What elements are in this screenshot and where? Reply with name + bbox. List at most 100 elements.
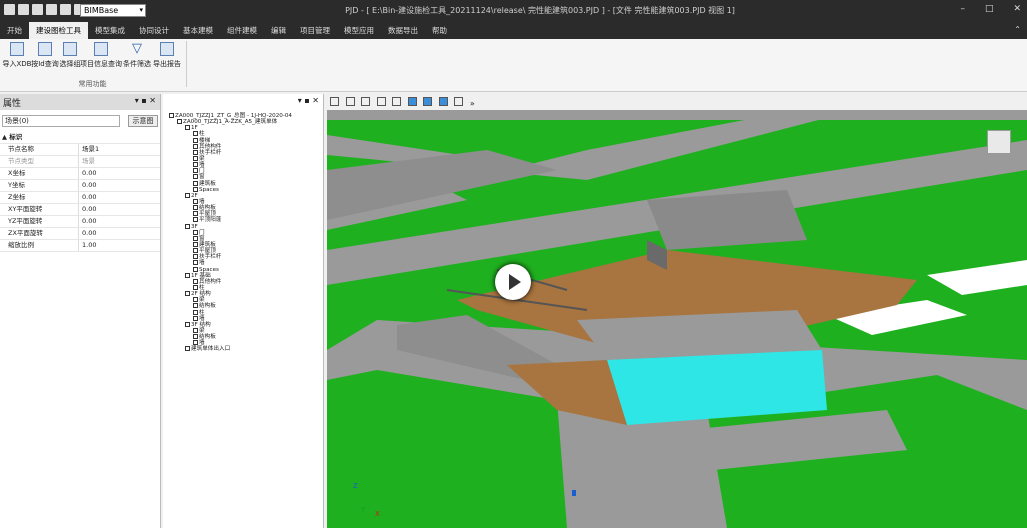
property-row[interactable]: ZX平面旋转 0.00 [0, 228, 160, 240]
property-value[interactable]: 0.00 [82, 216, 96, 227]
tree-checkbox[interactable] [193, 131, 198, 137]
tree-checkbox[interactable] [193, 235, 198, 241]
scene-diagram-button[interactable]: 示意图 [128, 115, 158, 127]
tree-checkbox[interactable] [193, 241, 198, 247]
tree-checkbox[interactable] [193, 254, 198, 260]
tree-panel-controls[interactable]: ▾ ▪ ✕ [298, 96, 319, 105]
tree-checkbox[interactable] [185, 321, 190, 327]
close-icon[interactable]: ✕ [149, 96, 156, 105]
rotate-icon[interactable] [361, 97, 371, 106]
tree-checkbox[interactable] [193, 162, 198, 168]
top-view-icon[interactable] [438, 97, 448, 106]
property-row[interactable]: X坐标 0.00 [0, 168, 160, 180]
select-group-button[interactable]: 选择组 [58, 42, 82, 69]
property-value[interactable]: 0.00 [82, 228, 96, 239]
property-row[interactable]: 缩放比例 1.00 [0, 240, 160, 252]
section-toggle[interactable]: ▲ 标识 [2, 132, 72, 143]
tree-checkbox[interactable] [193, 198, 198, 204]
menu-tab[interactable]: 基本建模 [176, 22, 220, 39]
property-value[interactable]: 场景1 [82, 144, 99, 155]
menu-tab[interactable]: 组件建模 [220, 22, 264, 39]
menu-tab[interactable]: 开始 [0, 22, 29, 39]
property-value[interactable]: 场景 [82, 156, 95, 167]
tree-checkbox[interactable] [185, 272, 190, 278]
tree-checkbox[interactable] [185, 291, 190, 297]
tree-checkbox[interactable] [193, 180, 198, 186]
tree-checkbox[interactable] [193, 217, 198, 223]
save-as-icon[interactable] [46, 4, 57, 15]
menu-tab[interactable]: 模型应用 [337, 22, 381, 39]
menu-tab[interactable]: 项目管理 [293, 22, 337, 39]
tree-checkbox[interactable] [193, 309, 198, 315]
condition-filter-button[interactable]: ▽ 条件筛选 [122, 42, 152, 69]
open-file-icon[interactable] [18, 4, 29, 15]
new-file-icon[interactable] [4, 4, 15, 15]
project-info-query-button[interactable]: 项目信息查询 [80, 42, 122, 69]
property-section-header[interactable]: ▲ 标识 [0, 132, 160, 144]
tree-checkbox[interactable] [193, 155, 198, 161]
tree-checkbox[interactable] [185, 125, 190, 131]
property-row[interactable]: Y坐标 0.00 [0, 180, 160, 192]
property-row[interactable]: 节点名称 场景1 [0, 144, 160, 156]
panel-controls[interactable]: ▾ ▪ ✕ [135, 96, 156, 105]
3d-scene[interactable] [327, 110, 1027, 528]
menu-tab[interactable]: 模型集成 [88, 22, 132, 39]
menu-tab[interactable]: 协同设计 [132, 22, 176, 39]
close-button[interactable]: ✕ [1013, 4, 1021, 14]
property-row[interactable]: YZ平面旋转 0.00 [0, 216, 160, 228]
tree-checkbox[interactable] [193, 137, 198, 143]
pin-icon[interactable]: ▾ ▪ [135, 96, 147, 105]
tree-checkbox[interactable] [185, 192, 190, 198]
menu-tab[interactable]: 数据导出 [381, 22, 425, 39]
tree-checkbox[interactable] [185, 346, 190, 352]
tree-checkbox[interactable] [193, 143, 198, 149]
menu-tab[interactable]: 建设图检工具 [29, 22, 88, 39]
maximize-button[interactable]: □ [985, 4, 994, 14]
side-view-icon[interactable] [392, 97, 402, 106]
tree-checkbox[interactable] [193, 186, 198, 192]
tree-checkbox[interactable] [193, 211, 198, 217]
undo-icon[interactable] [60, 4, 71, 15]
property-value[interactable]: 0.00 [82, 180, 96, 191]
property-value[interactable]: 1.00 [82, 240, 96, 251]
menu-tab[interactable]: 编辑 [264, 22, 293, 39]
property-row[interactable]: Z坐标 0.00 [0, 192, 160, 204]
property-value[interactable]: 0.00 [82, 192, 96, 203]
tree-checkbox[interactable] [185, 223, 190, 229]
tree-checkbox[interactable] [193, 297, 198, 303]
tree-checkbox[interactable] [169, 113, 174, 118]
fit-view-icon[interactable] [330, 97, 339, 106]
front-view-icon[interactable] [376, 97, 386, 106]
tree-checkbox[interactable] [177, 119, 182, 125]
collapse-ribbon-icon[interactable]: ⌃ [1014, 25, 1021, 34]
shaded-view-icon[interactable] [407, 97, 417, 106]
tree-checkbox[interactable] [193, 303, 198, 309]
property-row[interactable]: XY平面旋转 0.00 [0, 204, 160, 216]
query-by-id-button[interactable]: 按Id查询 [30, 42, 60, 69]
tree-checkbox[interactable] [193, 340, 198, 346]
property-value[interactable]: 0.00 [82, 204, 96, 215]
3d-viewport[interactable]: Z X Y [327, 110, 1027, 528]
property-value[interactable]: 0.00 [82, 168, 96, 179]
pan-icon[interactable] [345, 97, 355, 106]
tree-checkbox[interactable] [193, 174, 198, 180]
box-view-icon[interactable] [454, 97, 464, 106]
save-icon[interactable] [32, 4, 43, 15]
play-video-button[interactable] [495, 264, 531, 300]
tree-checkbox[interactable] [193, 266, 198, 272]
tree-checkbox[interactable] [193, 205, 198, 211]
tree-item[interactable]: 建筑单体出入口 [163, 346, 323, 352]
import-xdb-button[interactable]: 导入XDB [2, 42, 32, 69]
tree-checkbox[interactable] [193, 278, 198, 284]
tree-checkbox[interactable] [193, 248, 198, 254]
tree-checkbox[interactable] [193, 284, 198, 290]
scene-select[interactable]: 场景(0) [2, 115, 120, 127]
tree-checkbox[interactable] [193, 260, 198, 266]
minimize-button[interactable]: – [960, 4, 965, 14]
tree-checkbox[interactable] [193, 334, 198, 340]
iso-view-icon[interactable] [423, 97, 433, 106]
export-report-button[interactable]: 导出报告 [152, 42, 182, 69]
tree-checkbox[interactable] [193, 149, 198, 155]
tree-checkbox[interactable] [193, 327, 198, 333]
property-row[interactable]: 节点类型 场景 [0, 156, 160, 168]
